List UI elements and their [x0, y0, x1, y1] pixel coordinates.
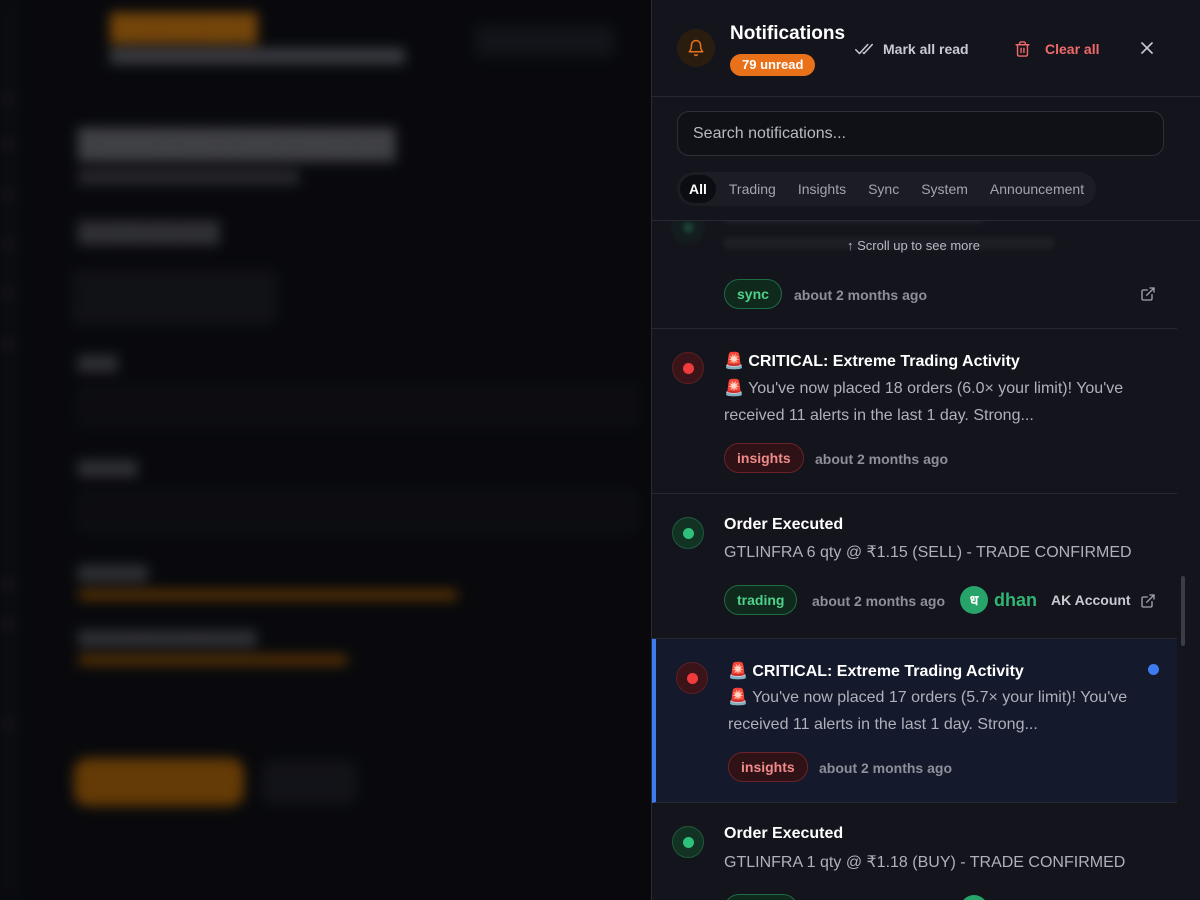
notification-title-obscured — [724, 221, 984, 223]
double-check-icon — [855, 43, 873, 55]
tab-announcement[interactable]: Announcement — [981, 175, 1093, 203]
tab-all[interactable]: All — [680, 175, 716, 203]
category-tag: trading — [724, 585, 798, 615]
clear-all-button[interactable]: Clear all — [1014, 38, 1099, 60]
close-icon[interactable] — [1137, 38, 1157, 58]
tab-trading[interactable]: Trading — [720, 175, 785, 203]
clear-all-label: Clear all — [1045, 41, 1100, 57]
notification-item[interactable]: 🚨 CRITICAL: Extreme Trading Activity 🚨 Y… — [652, 329, 1177, 494]
notifications-panel: Notifications 79 unread Mark all read Cl… — [651, 0, 1200, 900]
notification-title: Order Executed — [724, 516, 844, 533]
notifications-list[interactable]: ↑ Scroll up to see more sync about 2 mon… — [652, 220, 1200, 900]
notification-item[interactable]: Order Executed GTLINFRA 6 qty @ ₹1.15 (S… — [652, 494, 1177, 639]
external-link-icon[interactable] — [1140, 593, 1156, 609]
filter-tabs: All Trading Insights Sync System Announc… — [677, 172, 1097, 206]
account-name: AK Account — [1051, 592, 1131, 608]
overlay-dim[interactable] — [0, 0, 651, 900]
notification-item[interactable]: ↑ Scroll up to see more sync about 2 mon… — [652, 221, 1177, 329]
notification-time: about 2 months ago — [794, 287, 927, 303]
external-link-icon[interactable] — [1140, 286, 1156, 302]
notification-title: 🚨 CRITICAL: Extreme Trading Activity — [724, 353, 1020, 370]
search-input[interactable] — [677, 111, 1164, 156]
mark-all-read-button[interactable]: Mark all read — [855, 38, 969, 60]
notification-item[interactable]: Order Executed GTLINFRA 1 qty @ ₹1.18 (B… — [652, 803, 1177, 900]
tab-sync[interactable]: Sync — [859, 175, 908, 203]
unread-count-badge: 79 unread — [730, 54, 816, 76]
notification-body: 🚨 You've now placed 17 orders (5.7× your… — [728, 689, 1128, 733]
panel-title: Notifications — [730, 23, 846, 44]
notification-time: about 2 months ago — [815, 451, 948, 467]
status-dot-icon — [672, 221, 704, 243]
broker-logo — [960, 895, 988, 900]
category-tag: insights — [724, 443, 804, 473]
notification-title: Order Executed — [724, 825, 844, 842]
tab-insights[interactable]: Insights — [789, 175, 855, 203]
status-dot-icon — [676, 662, 708, 694]
bell-icon — [677, 29, 715, 67]
trash-icon — [1015, 41, 1030, 57]
panel-header: Notifications 79 unread Mark all read Cl… — [652, 0, 1200, 97]
status-dot-icon — [672, 352, 704, 384]
category-tag: sync — [724, 279, 782, 309]
notification-body: GTLINFRA 6 qty @ ₹1.15 (SELL) - TRADE CO… — [724, 544, 1132, 561]
category-tag: insights — [728, 752, 808, 782]
notification-item-unread[interactable]: 🚨 CRITICAL: Extreme Trading Activity 🚨 Y… — [652, 639, 1177, 803]
notification-body: 🚨 You've now placed 18 orders (6.0× your… — [724, 380, 1124, 424]
broker-logo: ध — [960, 586, 988, 614]
mark-all-read-label: Mark all read — [883, 41, 969, 57]
notification-time: about 2 months ago — [819, 760, 952, 776]
broker-info: ध dhan AK Account — [960, 586, 1131, 614]
background-app: ████████ ███████████████████████████████… — [0, 0, 651, 900]
broker-name: dhan — [994, 589, 1037, 610]
scrollbar-thumb[interactable] — [1181, 576, 1185, 646]
tab-system[interactable]: System — [912, 175, 977, 203]
category-tag — [724, 894, 798, 900]
status-dot-icon — [672, 826, 704, 858]
status-dot-icon — [672, 517, 704, 549]
notification-time: about 2 months ago — [812, 593, 945, 609]
unread-indicator-icon — [1148, 664, 1159, 675]
scroll-up-hint[interactable]: ↑ Scroll up to see more — [847, 238, 980, 253]
notification-body: GTLINFRA 1 qty @ ₹1.18 (BUY) - TRADE CON… — [724, 854, 1126, 871]
notification-title: 🚨 CRITICAL: Extreme Trading Activity — [728, 663, 1024, 680]
